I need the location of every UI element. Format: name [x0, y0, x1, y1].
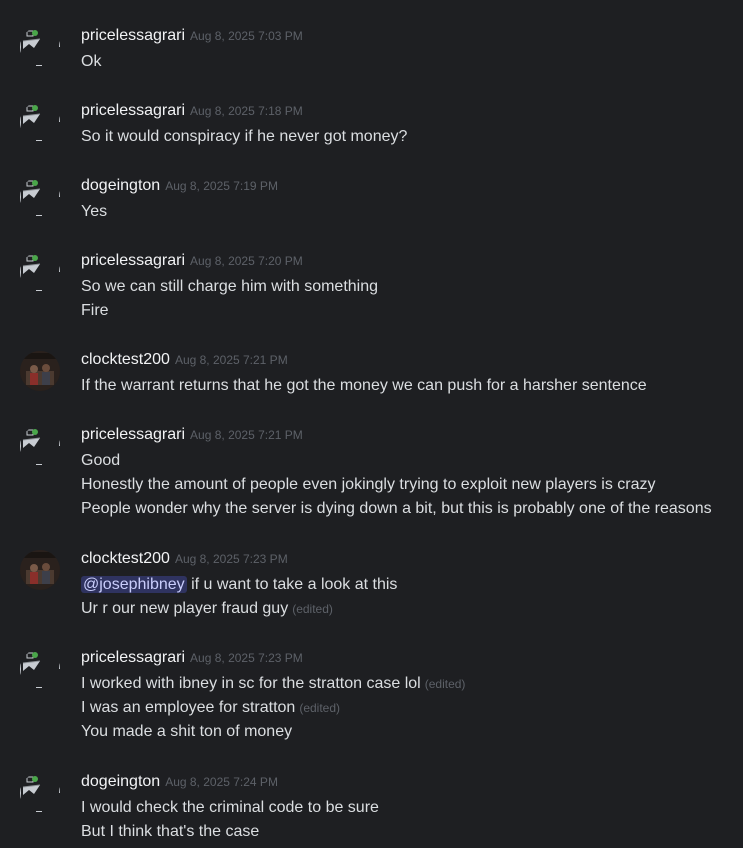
message-text: Yes: [81, 203, 108, 220]
message-content: Yes: [81, 200, 107, 224]
message-group: pricelessagrari Aug 8, 2025 7:18 PM So it …: [0, 102, 743, 149]
message-text: So we can still charge him with somethin…: [81, 278, 379, 295]
author-name[interactable]: pricelessagrari: [81, 252, 185, 269]
message-content: @josephibney if u want to take a look at…: [81, 573, 397, 621]
message-group: clocktest200 Aug 8, 2025 7:23 PM @josephib…: [0, 550, 743, 621]
message-group: clocktest200 Aug 8, 2025 7:21 PM If the wa…: [0, 351, 743, 398]
timestamp: Aug 8, 2025 7:18 PM: [190, 104, 303, 118]
message-line: People wonder why the server is dying do…: [81, 497, 712, 521]
message-line: So we can still charge him with somethin…: [81, 275, 378, 299]
message-text: Fire: [81, 302, 109, 319]
message-text: People wonder why the server is dying do…: [81, 500, 712, 517]
message-line: Ur r our new player fraud guy (edited): [81, 597, 397, 621]
message-text: if u want to take a look at this: [186, 576, 398, 593]
message-header: pricelessagrari Aug 8, 2025 7:23 PM: [81, 649, 303, 671]
message-content: If the warrant returns that he got the m…: [81, 374, 647, 398]
timestamp: Aug 8, 2025 7:23 PM: [190, 651, 303, 665]
author-name[interactable]: pricelessagrari: [81, 426, 185, 443]
timestamp: Aug 8, 2025 7:24 PM: [165, 775, 278, 789]
message-text: Ur r our new player fraud guy: [81, 600, 289, 617]
message-group: pricelessagrari Aug 8, 2025 7:23 PM I work…: [0, 649, 743, 744]
message-text: Good: [81, 452, 121, 469]
message-line: But I think that's the case: [81, 820, 379, 844]
message-header: pricelessagrari Aug 8, 2025 7:20 PM: [81, 252, 303, 274]
message-line: You made a shit ton of money: [81, 720, 465, 744]
author-name[interactable]: pricelessagrari: [81, 649, 185, 666]
message-group: pricelessagrari Aug 8, 2025 7:20 PM So we …: [0, 252, 743, 323]
message-content: Good Honestly the amount of people even j…: [81, 449, 712, 521]
message-content: So it would conspiracy if he never got m…: [81, 125, 407, 149]
message-line: I was an employee for stratton (edited): [81, 696, 465, 720]
broken-image-icon[interactable]: [20, 252, 60, 292]
message-text: I would check the criminal code to be su…: [81, 799, 379, 816]
author-name[interactable]: dogeington: [81, 773, 160, 790]
timestamp: Aug 8, 2025 7:21 PM: [174, 353, 288, 367]
author-name[interactable]: clocktest200: [81, 351, 170, 368]
message-header: pricelessagrari Aug 8, 2025 7:21 PM: [81, 426, 303, 448]
message-line: So it would conspiracy if he never got m…: [81, 125, 407, 149]
message-line: I worked with ibney in sc for the stratt…: [81, 672, 465, 696]
broken-image-icon[interactable]: [20, 102, 60, 142]
message-text: So it would conspiracy if he never got m…: [81, 128, 408, 145]
author-name[interactable]: dogeington: [81, 177, 160, 194]
message-line: @josephibney if u want to take a look at…: [81, 573, 397, 597]
message-list[interactable]: pricelessagrari Aug 8, 2025 7:03 PM Ok pric…: [0, 0, 743, 848]
timestamp: Aug 8, 2025 7:03 PM: [190, 29, 303, 43]
broken-image-icon[interactable]: [20, 177, 60, 217]
message-line: Ok: [81, 50, 101, 74]
author-name[interactable]: pricelessagrari: [81, 102, 185, 119]
message-text: You made a shit ton of money: [81, 723, 293, 740]
user-photo-avatar[interactable]: [20, 351, 60, 391]
message-line: Good: [81, 449, 712, 473]
message-line: Yes: [81, 200, 107, 224]
edited-label: (edited): [292, 602, 333, 616]
message-line: If the warrant returns that he got the m…: [81, 374, 647, 398]
message-content: I would check the criminal code to be su…: [81, 796, 379, 844]
message-group: dogeington Aug 8, 2025 7:24 PM I would che…: [0, 773, 743, 844]
author-name[interactable]: clocktest200: [81, 550, 170, 567]
user-photo-avatar[interactable]: [20, 550, 60, 590]
edited-label: (edited): [299, 701, 341, 715]
message-content: I worked with ibney in sc for the stratt…: [81, 672, 465, 744]
broken-image-icon[interactable]: [20, 27, 60, 67]
message-group: pricelessagrari Aug 8, 2025 7:21 PM Good Ho…: [0, 426, 743, 521]
timestamp: Aug 8, 2025 7:23 PM: [174, 552, 288, 566]
timestamp: Aug 8, 2025 7:19 PM: [165, 179, 278, 193]
timestamp: Aug 8, 2025 7:20 PM: [190, 254, 303, 268]
message-header: clocktest200 Aug 8, 2025 7:23 PM: [81, 550, 288, 572]
timestamp: Aug 8, 2025 7:21 PM: [190, 428, 303, 442]
message-text: But I think that's the case: [81, 823, 260, 840]
message-line: Honestly the amount of people even jokin…: [81, 473, 712, 497]
message-line: I would check the criminal code to be su…: [81, 796, 379, 820]
message-text: If the warrant returns that he got the m…: [81, 377, 647, 394]
user-mention[interactable]: @josephibney: [81, 576, 187, 593]
message-text: Ok: [81, 53, 102, 70]
message-header: dogeington Aug 8, 2025 7:24 PM: [81, 773, 278, 795]
message-header: pricelessagrari Aug 8, 2025 7:03 PM: [81, 27, 303, 49]
message-line: Fire: [81, 299, 378, 323]
message-header: pricelessagrari Aug 8, 2025 7:18 PM: [81, 102, 303, 124]
message-content: So we can still charge him with somethin…: [81, 275, 378, 323]
message-header: clocktest200 Aug 8, 2025 7:21 PM: [81, 351, 288, 373]
author-name[interactable]: pricelessagrari: [81, 27, 185, 44]
message-text: I was an employee for stratton: [81, 699, 296, 716]
broken-image-icon[interactable]: [20, 649, 60, 689]
edited-label: (edited): [424, 677, 466, 691]
message-group: pricelessagrari Aug 8, 2025 7:03 PM Ok: [0, 27, 743, 74]
message-header: dogeington Aug 8, 2025 7:19 PM: [81, 177, 278, 199]
message-group: dogeington Aug 8, 2025 7:19 PM Yes: [0, 177, 743, 224]
message-content: Ok: [81, 50, 101, 74]
message-text: Honestly the amount of people even jokin…: [81, 476, 656, 493]
message-text: I worked with ibney in sc for the stratt…: [81, 675, 421, 692]
broken-image-icon[interactable]: [20, 426, 60, 466]
broken-image-icon[interactable]: [20, 773, 60, 813]
